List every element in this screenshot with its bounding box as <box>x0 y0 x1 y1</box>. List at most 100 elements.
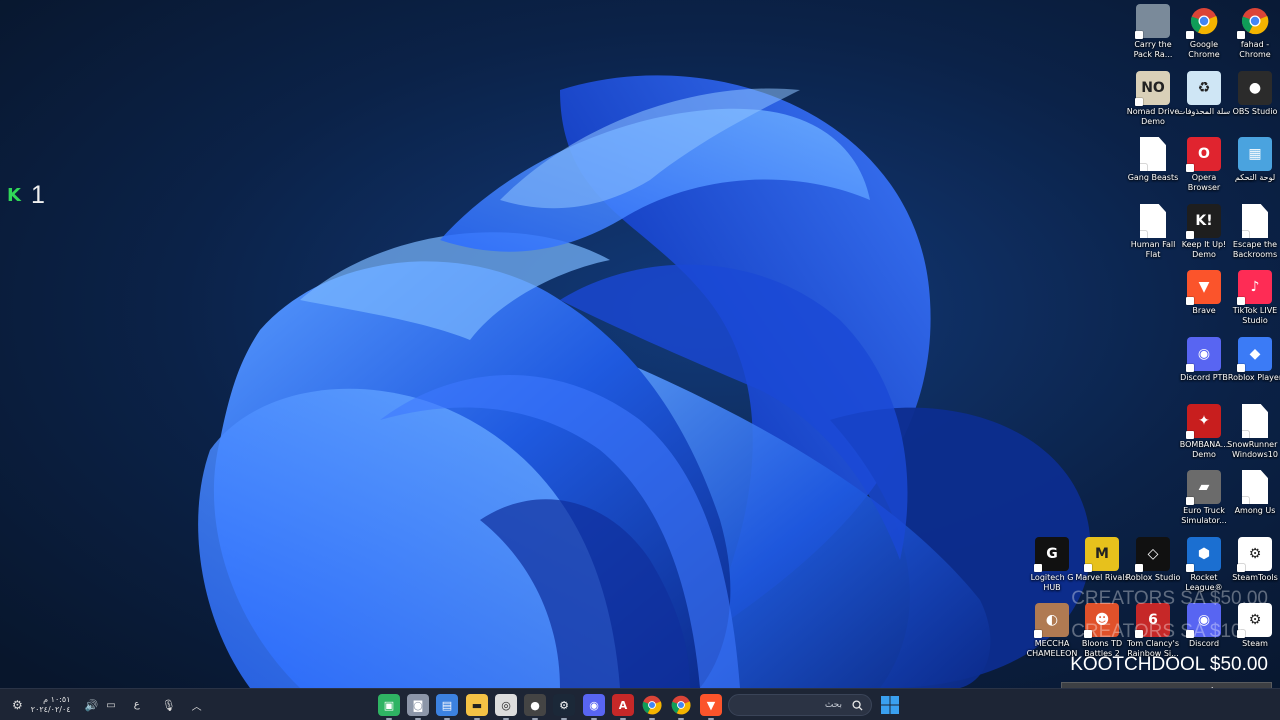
desktop-icon-label: Euro Truck Simulator... <box>1181 506 1227 525</box>
search-placeholder: بحث <box>824 700 842 710</box>
search-icon <box>852 699 863 711</box>
desktop-icon-label: Keep It Up! Demo <box>1181 240 1227 259</box>
chrome-profile-icon <box>1237 4 1272 39</box>
clock[interactable]: ١٠:٥١ م ٢٠٢٤/٠٢/٠٤ <box>31 695 71 715</box>
desktop-icon[interactable]: Escape the Backrooms <box>1228 204 1280 268</box>
chrome-taskbar-icon[interactable] <box>641 694 663 720</box>
desktop-icon-label: Google Chrome <box>1188 40 1220 59</box>
rocket-league-icon: ⬢ <box>1186 537 1221 572</box>
document-icon <box>1140 204 1166 238</box>
obs-icon: ● <box>1238 71 1272 105</box>
desktop-icon[interactable]: NO Nomad Drive Demo <box>1126 71 1180 135</box>
desktop-icon[interactable]: Human Fall Flat <box>1126 204 1180 268</box>
desktop-icon-label: fahad - Chrome <box>1239 40 1271 59</box>
steamtools-icon: ⚙ <box>1237 537 1272 572</box>
chrome-icon <box>1186 4 1221 39</box>
desktop-icon[interactable]: K! Keep It Up! Demo <box>1177 204 1231 268</box>
desktop-icon-label: Gang Beasts <box>1127 173 1179 182</box>
tiktok-icon: ♪ <box>1237 270 1272 305</box>
volume-icon[interactable]: 🔊 <box>85 699 99 712</box>
desktop-icon[interactable]: ▦ لوحة التحكم <box>1228 137 1280 201</box>
system-tray: ⚙ ١٠:٥١ م ٢٠٢٤/٠٢/٠٤ 🔊 ▭ ع 🎙 ︿ <box>12 689 202 720</box>
desktop-icon-label: OBS Studio <box>1232 107 1278 116</box>
meccha-icon: ◐ <box>1034 603 1069 638</box>
chrome-alt-icon[interactable]: ◎ <box>495 694 517 720</box>
desktop-icon[interactable]: ● OBS Studio <box>1228 71 1280 135</box>
desktop-icon-label: Escape the Backrooms <box>1232 240 1278 259</box>
network-icon[interactable]: ▭ <box>106 700 115 711</box>
microphone-icon[interactable]: 🎙 <box>162 699 176 712</box>
desktop-icon[interactable]: Carry the Pack Ra... <box>1126 4 1180 68</box>
desktop-icon-label: لوحة التحكم <box>1234 173 1276 182</box>
document-icon <box>1140 137 1166 171</box>
store-icon[interactable]: ▤ <box>436 694 458 720</box>
document-icon <box>1242 470 1268 504</box>
desktop-icon-label: Carry the Pack Ra... <box>1133 40 1173 59</box>
desktop-icon[interactable]: Gang Beasts <box>1126 137 1180 201</box>
start-button-windows-icon[interactable] <box>880 695 900 715</box>
donation-entry: CREATORS SA $50.00 <box>1071 588 1268 609</box>
discord-icon: ◉ <box>1186 337 1221 372</box>
document-icon <box>1242 204 1268 238</box>
desktop-icon[interactable]: Google Chrome <box>1177 4 1231 68</box>
logitech-icon: G <box>1034 537 1069 572</box>
desktop-icon-label: Roblox Studio <box>1125 573 1181 582</box>
donation-entry: KOOTCHDOOL $50.00 <box>1070 654 1268 675</box>
file-explorer-icon[interactable]: ▬ <box>466 694 488 720</box>
brave-icon: ▼ <box>1186 270 1221 305</box>
brave-taskbar-icon[interactable]: ▼ <box>700 694 722 720</box>
desktop-icon[interactable]: ◆ Roblox Player <box>1228 337 1280 401</box>
desktop-icon[interactable]: ✦ BOMBANA... Demo <box>1177 404 1231 468</box>
desktop-icon-label: Discord PTB <box>1180 373 1228 382</box>
desktop-icon-label: SteamTools <box>1232 573 1278 582</box>
desktop-icon[interactable]: ♪ TikTok LIVE Studio <box>1228 270 1280 334</box>
counter-value: 1 <box>30 181 45 209</box>
desktop-icon[interactable]: fahad - Chrome <box>1228 4 1280 68</box>
bombana-icon: ✦ <box>1186 404 1221 439</box>
chrome-profile-taskbar-icon[interactable] <box>670 694 692 720</box>
desktop-icon[interactable]: ♻ سلة المحذوفات <box>1177 71 1231 135</box>
nomad-drive-icon: NO <box>1135 71 1170 106</box>
desktop-icon-label: TikTok LIVE Studio <box>1232 306 1278 325</box>
desktop-icon-label: Nomad Drive Demo <box>1126 107 1180 126</box>
desktop-icon[interactable]: Among Us <box>1228 470 1280 534</box>
steam-taskbar-icon[interactable]: ⚙ <box>553 694 575 720</box>
game-thumb-icon <box>1135 4 1170 39</box>
keep-it-up-icon: K! <box>1186 204 1221 239</box>
euro-truck-icon: ▰ <box>1186 470 1221 505</box>
kick-icon: K <box>7 185 21 206</box>
desktop-icon-label: SnowRunner - Windows10 <box>1227 440 1280 459</box>
desktop-icon-label: Among Us <box>1234 506 1276 515</box>
app-green-icon[interactable]: ▣ <box>378 694 400 720</box>
discord-taskbar-icon[interactable]: ◉ <box>583 694 605 720</box>
document-icon <box>1242 404 1268 438</box>
settings-gear-icon[interactable]: ⚙ <box>12 698 23 712</box>
roblox-studio-icon: ◇ <box>1135 537 1170 572</box>
desktop-icon-label: Roblox Player <box>1227 373 1280 382</box>
record-icon[interactable]: ● <box>524 694 546 720</box>
desktop-icon-label: Human Fall Flat <box>1130 240 1176 259</box>
camera-icon[interactable]: ◙ <box>407 694 429 720</box>
desktop-icon-label: Marvel Rivals <box>1075 573 1129 582</box>
desktop-icon[interactable]: ▰ Euro Truck Simulator... <box>1177 470 1231 534</box>
roblox-icon: ◆ <box>1237 337 1272 372</box>
language-indicator[interactable]: ع <box>134 700 140 710</box>
desktop-icon[interactable]: O Opera Browser <box>1177 137 1231 201</box>
taskbar: ⚙ ١٠:٥١ م ٢٠٢٤/٠٢/٠٤ 🔊 ▭ ع 🎙 ︿ ▣ ◙ ▤ ▬ ◎ ● ⚙ ◉ A… <box>0 688 1280 720</box>
desktop-icon[interactable]: ▼ Brave <box>1177 270 1231 334</box>
kick-counter: K 1 <box>7 181 45 210</box>
marvel-rivals-icon: M <box>1084 537 1119 572</box>
recycle-bin-icon: ♻ <box>1187 71 1221 105</box>
clock-date: ٢٠٢٤/٠٢/٠٤ <box>30 705 71 714</box>
adobe-icon[interactable]: A <box>612 694 634 720</box>
desktop-icon-label: Opera Browser <box>1187 173 1221 192</box>
donation-entry: CREATORS SA $10.00 <box>1071 621 1268 642</box>
desktop-icon[interactable]: SnowRunner - Windows10 <box>1227 404 1280 468</box>
desktop-icon-label: BOMBANA... Demo <box>1179 440 1229 459</box>
chevron-up-icon[interactable]: ︿ <box>192 698 202 713</box>
desktop-icon[interactable]: ◉ Discord PTB <box>1177 337 1231 401</box>
desktop-icon-label: سلة المحذوفات <box>1177 107 1231 116</box>
search-box[interactable]: بحث <box>728 694 872 716</box>
control-panel-icon: ▦ <box>1238 137 1272 171</box>
opera-icon: O <box>1186 137 1221 172</box>
